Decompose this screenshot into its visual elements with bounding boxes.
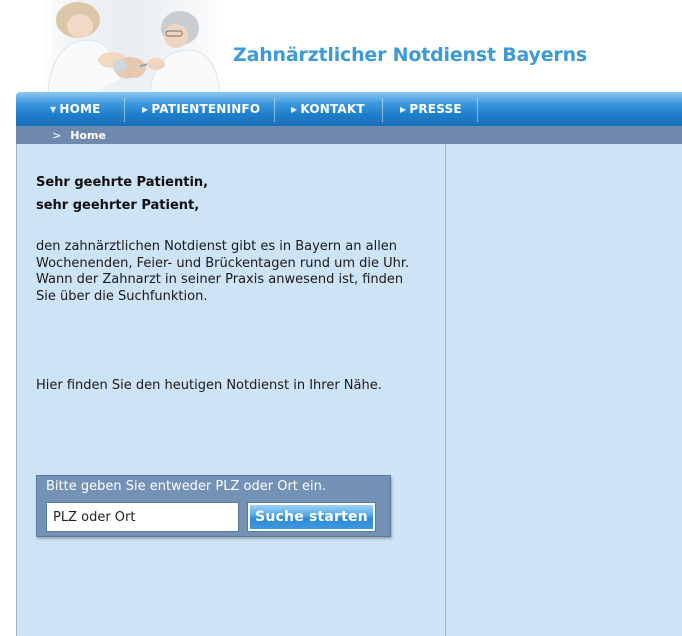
chevron-right-icon: ▶ bbox=[291, 104, 298, 114]
nav-item-label: PRESSE bbox=[409, 102, 462, 116]
main-content: Sehr geehrte Patientin, sehr geehrter Pa… bbox=[16, 144, 446, 636]
dentist-photo-illustration bbox=[47, 2, 221, 94]
right-sidebar bbox=[446, 144, 682, 636]
nav-item-label: HOME bbox=[59, 102, 101, 116]
find-notdienst-text: Hier finden Sie den heutigen Notdienst i… bbox=[36, 378, 382, 393]
chevron-right-icon: ▶ bbox=[400, 104, 407, 114]
greeting-line: Sehr geehrte Patientin, bbox=[36, 175, 209, 190]
intro-line: Wochenenden, Feier- und Brückentagen run… bbox=[36, 255, 410, 271]
intro-line: den zahnärztlichen Notdienst gibt es in … bbox=[36, 239, 398, 254]
nav-divider bbox=[477, 98, 478, 122]
nav-divider bbox=[382, 98, 383, 122]
search-label: Bitte geben Sie entweder PLZ oder Ort ei… bbox=[46, 479, 327, 494]
nav-item-home[interactable]: ▼ HOME bbox=[50, 92, 101, 126]
nav-item-label: PATIENTENINFO bbox=[151, 102, 261, 116]
nav-item-presse[interactable]: ▶ PRESSE bbox=[400, 92, 462, 126]
breadcrumb: > Home bbox=[52, 126, 106, 144]
site-title: Zahnärztlicher Notdienst Bayerns bbox=[233, 44, 588, 66]
header: Zahnärztlicher Notdienst Bayerns bbox=[0, 0, 682, 94]
breadcrumb-separator: > bbox=[52, 128, 62, 142]
breadcrumb-home-link[interactable]: Home bbox=[70, 129, 106, 142]
search-form: Bitte geben Sie entweder PLZ oder Ort ei… bbox=[36, 475, 391, 537]
nav-divider bbox=[124, 98, 125, 122]
intro-line: Sie über die Suchfunktion. bbox=[36, 288, 208, 304]
nav-divider bbox=[274, 98, 275, 122]
greeting: Sehr geehrte Patientin, sehr geehrter Pa… bbox=[36, 171, 208, 217]
main-navigation: ▼ HOME ▶ PATIENTENINFO ▶ KONTAKT ▶ PRESS… bbox=[16, 92, 682, 126]
search-button-label: Suche starten bbox=[250, 505, 373, 529]
chevron-down-icon: ▼ bbox=[50, 104, 57, 114]
intro-line: Wann der Zahnarzt in seiner Praxis anwes… bbox=[36, 272, 404, 287]
greeting-line: sehr geehrter Patient, bbox=[36, 198, 200, 213]
intro-paragraph: den zahnärztlichen Notdienst gibt es in … bbox=[36, 239, 436, 305]
nav-item-label: KONTAKT bbox=[300, 102, 365, 116]
search-button[interactable]: Suche starten bbox=[247, 502, 376, 532]
nav-item-kontakt[interactable]: ▶ KONTAKT bbox=[291, 92, 365, 126]
breadcrumb-bar: > Home bbox=[16, 126, 682, 144]
chevron-right-icon: ▶ bbox=[142, 104, 149, 114]
header-photo bbox=[38, 0, 223, 94]
plz-ort-input[interactable] bbox=[46, 502, 239, 532]
nav-item-patienteninfo[interactable]: ▶ PATIENTENINFO bbox=[142, 92, 260, 126]
